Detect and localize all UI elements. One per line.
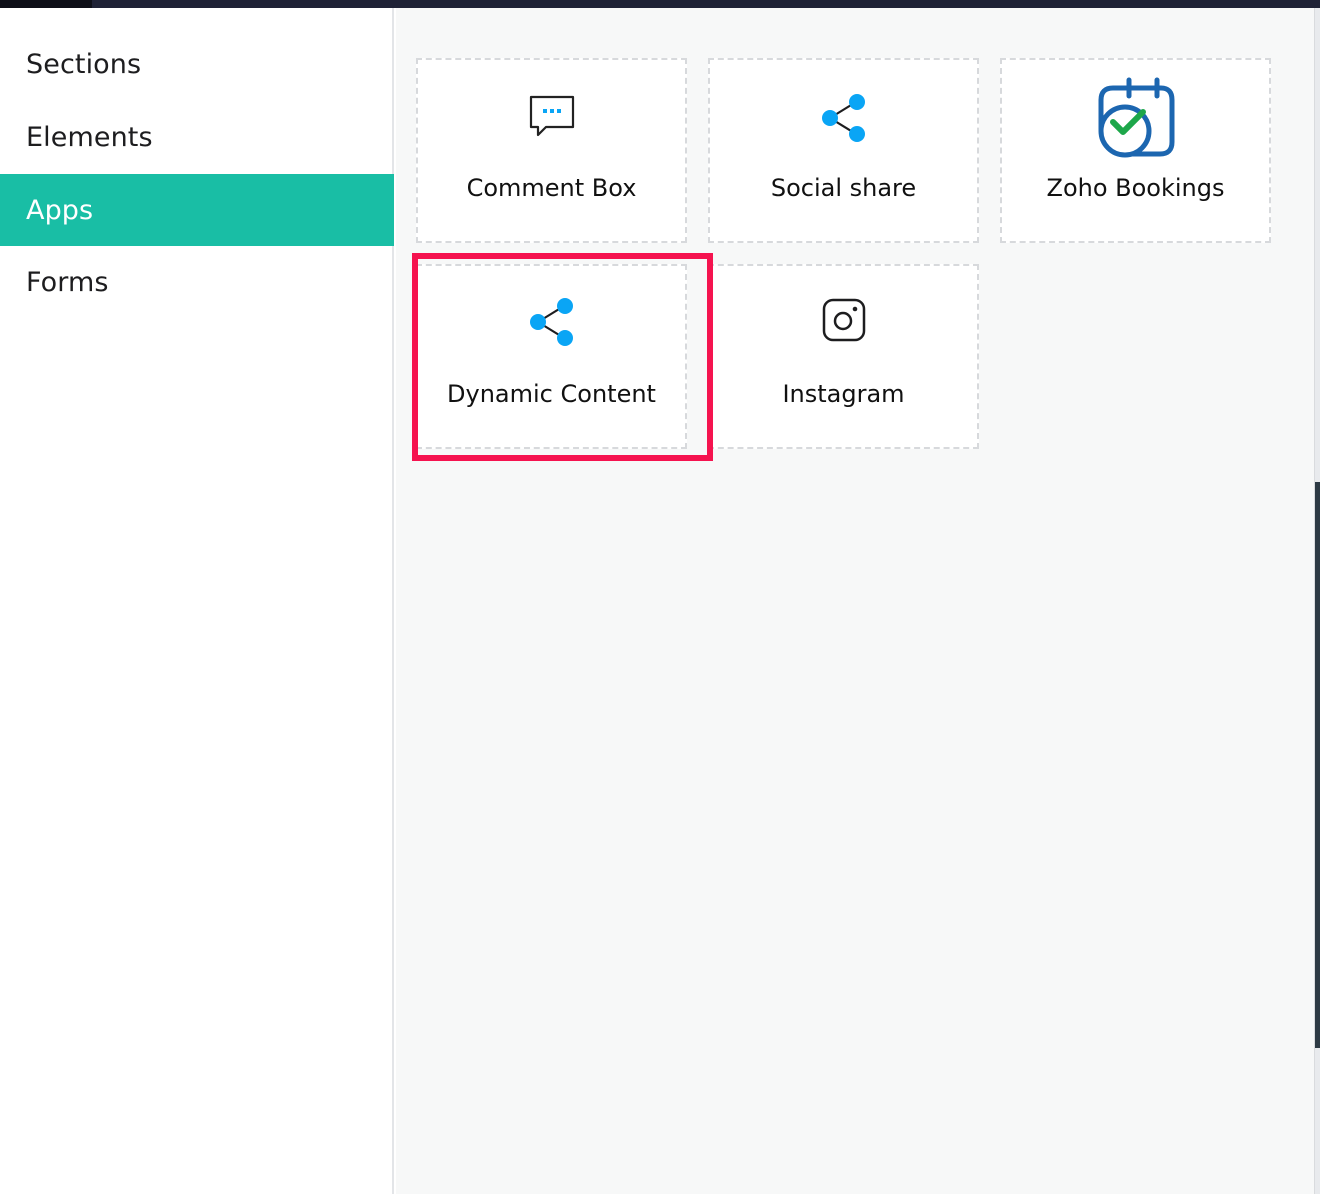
top-bar-segment: [0, 0, 92, 8]
app-card-zoho-bookings[interactable]: Zoho Bookings: [1000, 58, 1271, 243]
sidebar-item-label: Apps: [26, 194, 94, 226]
app-card-dynamic-content[interactable]: Dynamic Content: [416, 264, 687, 449]
app-card-comment-box[interactable]: Comment Box: [416, 58, 687, 243]
instagram-icon: [822, 298, 865, 342]
sidebar-item-sections[interactable]: Sections: [0, 28, 394, 100]
app-label: Zoho Bookings: [1046, 174, 1225, 202]
sidebar-item-label: Sections: [26, 48, 142, 80]
app-label: Comment Box: [466, 174, 637, 202]
right-edge-panel: [1314, 8, 1320, 1194]
sidebar-item-elements[interactable]: Elements: [0, 101, 394, 173]
app-label: Dynamic Content: [447, 380, 656, 408]
share-icon: [529, 298, 573, 346]
app-label: Instagram: [782, 380, 905, 408]
top-bar: [0, 0, 1320, 8]
app-label: Social share: [770, 174, 917, 202]
sidebar-item-forms[interactable]: Forms: [0, 246, 394, 318]
zoho-bookings-icon: [1098, 77, 1174, 158]
sidebar: Sections Elements Apps Forms: [0, 8, 394, 1194]
sidebar-item-apps[interactable]: Apps: [0, 174, 394, 246]
sidebar-item-label: Forms: [26, 266, 109, 298]
sidebar-item-label: Elements: [26, 121, 153, 153]
right-edge-dark-section: [1315, 482, 1320, 1048]
share-icon: [821, 94, 865, 142]
apps-panel: Comment Box Social share Zoho Bookings D…: [396, 8, 1314, 1194]
page: Sections Elements Apps Forms Comment Box: [0, 0, 1320, 1194]
app-card-instagram[interactable]: Instagram: [708, 264, 979, 449]
comment-box-icon: [529, 95, 574, 137]
app-card-social-share[interactable]: Social share: [708, 58, 979, 243]
